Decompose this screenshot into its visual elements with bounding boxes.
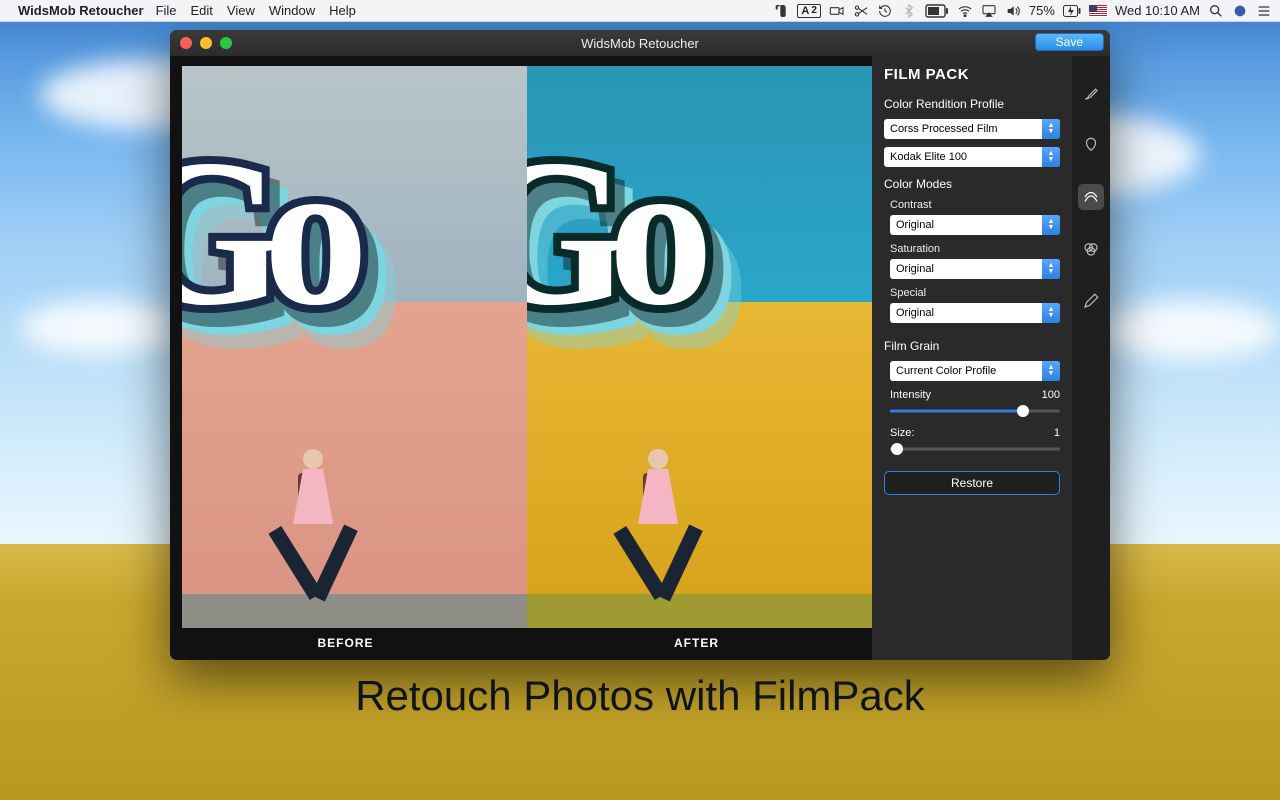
input-source-flag-icon[interactable] [1089, 5, 1107, 17]
size-slider[interactable] [890, 441, 1060, 457]
profile-select[interactable]: Corss Processed Film▲▼ [884, 119, 1060, 139]
adobe-cc-icon[interactable]: A2 [797, 4, 821, 18]
filmpack-tool-icon[interactable] [1078, 184, 1104, 210]
window-close-button[interactable] [180, 37, 192, 49]
clock[interactable]: Wed 10:10 AM [1115, 3, 1200, 18]
spotlight-icon[interactable] [1208, 3, 1224, 19]
contrast-select[interactable]: Original▲▼ [890, 215, 1060, 235]
intensity-value: 100 [1042, 389, 1060, 401]
intensity-label: Intensity [890, 389, 931, 401]
app-name[interactable]: WidsMob Retoucher [18, 3, 144, 18]
before-label: BEFORE [170, 636, 521, 650]
color-modes-label: Color Modes [884, 177, 1060, 191]
wifi-icon[interactable] [957, 3, 973, 19]
siri-icon[interactable] [1232, 3, 1248, 19]
film-pack-panel: FILM PACK Color Rendition Profile Corss … [872, 56, 1072, 660]
preview-canvas: Go Go BEFORE AFTER [170, 56, 872, 660]
airplay-icon[interactable] [981, 3, 997, 19]
brush-tool-icon[interactable] [1078, 80, 1104, 106]
battery-icon[interactable] [925, 4, 949, 18]
before-pane: Go [182, 66, 527, 628]
scissors-icon[interactable] [853, 3, 869, 19]
notification-center-icon[interactable] [1256, 3, 1272, 19]
size-value: 1 [1054, 427, 1060, 439]
graffiti-text: Go [527, 160, 872, 307]
menu-window[interactable]: Window [269, 3, 315, 18]
app-window: WidsMob Retoucher Save Go Go [170, 30, 1110, 660]
tool-rail [1072, 56, 1110, 660]
film-select[interactable]: Kodak Elite 100▲▼ [884, 147, 1060, 167]
channels-tool-icon[interactable] [1078, 236, 1104, 262]
person-silhouette [293, 449, 333, 602]
person-silhouette [638, 449, 678, 602]
size-label: Size: [890, 427, 914, 439]
graffiti-text: Go [182, 160, 527, 307]
menu-help[interactable]: Help [329, 3, 356, 18]
bluetooth-icon[interactable] [901, 3, 917, 19]
film-grain-label: Film Grain [884, 339, 1060, 353]
evernote-icon[interactable] [773, 3, 789, 19]
panel-heading: FILM PACK [884, 66, 1060, 83]
video-icon[interactable] [829, 3, 845, 19]
battery-percent: 75% [1029, 3, 1055, 18]
volume-icon[interactable] [1005, 3, 1021, 19]
save-button[interactable]: Save [1035, 33, 1104, 51]
window-zoom-button[interactable] [220, 37, 232, 49]
window-title: WidsMob Retoucher [170, 36, 1110, 51]
grain-profile-select[interactable]: Current Color Profile▲▼ [890, 361, 1060, 381]
color-rendition-label: Color Rendition Profile [884, 97, 1060, 111]
desktop: WidsMob Retoucher File Edit View Window … [0, 0, 1280, 800]
intensity-slider[interactable] [890, 403, 1060, 419]
menu-view[interactable]: View [227, 3, 255, 18]
marketing-caption: Retouch Photos with FilmPack [0, 672, 1280, 720]
macos-menubar: WidsMob Retoucher File Edit View Window … [0, 0, 1280, 22]
menu-file[interactable]: File [156, 3, 177, 18]
timemachine-icon[interactable] [877, 3, 893, 19]
saturation-label: Saturation [890, 243, 1060, 255]
special-select[interactable]: Original▲▼ [890, 303, 1060, 323]
special-label: Special [890, 287, 1060, 299]
titlebar[interactable]: WidsMob Retoucher Save [170, 30, 1110, 56]
after-pane: Go [527, 66, 872, 628]
menu-edit[interactable]: Edit [191, 3, 213, 18]
portrait-tool-icon[interactable] [1078, 132, 1104, 158]
saturation-select[interactable]: Original▲▼ [890, 259, 1060, 279]
charging-icon [1063, 5, 1081, 17]
after-label: AFTER [521, 636, 872, 650]
window-minimize-button[interactable] [200, 37, 212, 49]
pencil-tool-icon[interactable] [1078, 288, 1104, 314]
menubar-status: A2 75% Wed 10:10 AM [773, 3, 1272, 19]
restore-button[interactable]: Restore [884, 471, 1060, 495]
contrast-label: Contrast [890, 199, 1060, 211]
